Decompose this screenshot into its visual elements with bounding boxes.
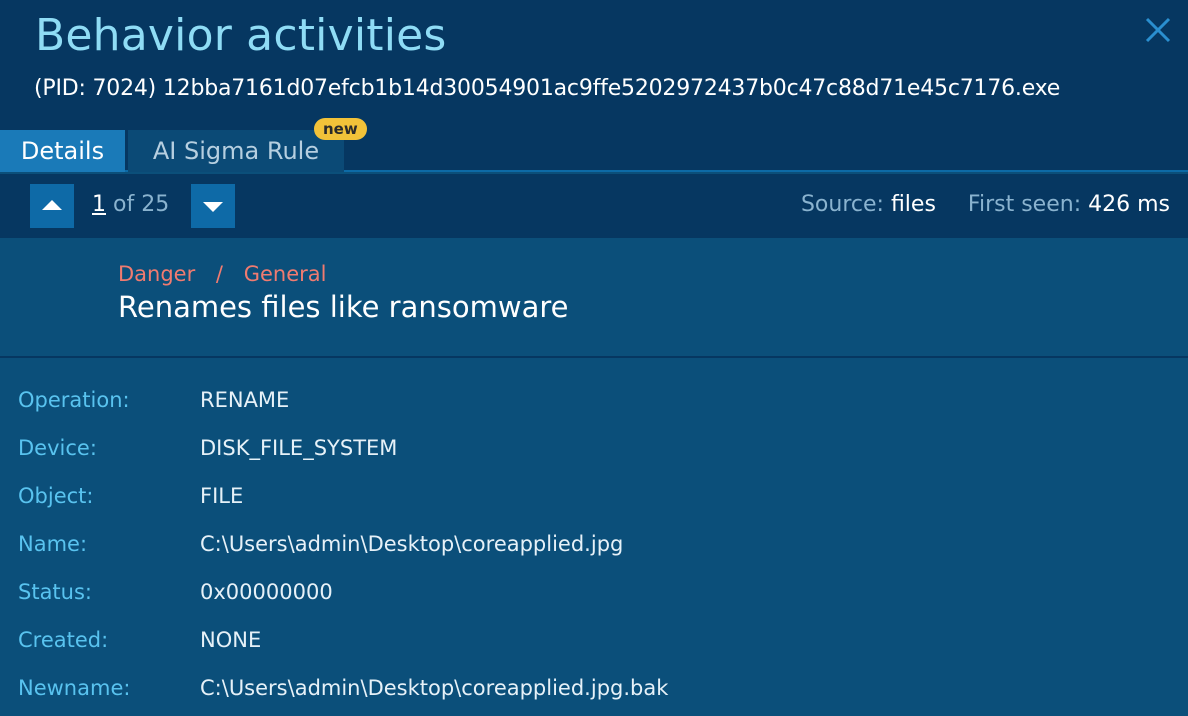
detail-row: Status: 0x00000000 (0, 580, 1188, 610)
detail-row: Operation: RENAME (0, 388, 1188, 418)
event-meta: Source: files First seen: 426 ms (801, 192, 1170, 217)
tab-details[interactable]: Details (0, 130, 125, 172)
detail-value: C:\Users\admin\Desktop\coreapplied.jpg.b… (200, 676, 669, 700)
detail-label: Operation: (18, 388, 130, 412)
dialog-title: Behavior activities (35, 10, 447, 61)
detail-row: Newname: C:\Users\admin\Desktop\coreappl… (0, 676, 1188, 706)
detail-row: Device: DISK_FILE_SYSTEM (0, 436, 1188, 466)
pagination-info: 1 of 25 (92, 192, 169, 217)
detail-value: FILE (200, 484, 244, 508)
detail-value: NONE (200, 628, 262, 652)
close-icon[interactable] (1140, 12, 1176, 48)
detail-value: C:\Users\admin\Desktop\coreapplied.jpg (200, 532, 624, 556)
previous-button[interactable] (30, 184, 74, 228)
current-page-link[interactable]: 1 (92, 192, 106, 217)
behavior-summary: Danger / General Renames files like rans… (0, 238, 1188, 358)
severity-label: Danger (118, 262, 196, 286)
detail-label: Device: (18, 436, 97, 460)
detail-label: Newname: (18, 676, 131, 700)
dialog-header: Behavior activities (PID: 7024) 12bba716… (0, 0, 1188, 128)
source-label: Source: (800, 192, 884, 217)
process-pid-line: (PID: 7024) 12bba7161d07efcb1b14d3005490… (34, 76, 1061, 101)
severity-breadcrumb: Danger / General (118, 262, 326, 286)
detail-value: 0x00000000 (200, 580, 333, 604)
tab-ai-sigma-rule[interactable]: AI Sigma Rule (128, 130, 344, 172)
detail-row: Object: FILE (0, 484, 1188, 514)
tab-bar: Details AI Sigma Rule (0, 128, 1188, 172)
new-badge: new (314, 118, 367, 140)
source-value: files (890, 192, 936, 217)
navigation-bar: 1 of 25 Source: files First seen: 426 ms (0, 174, 1188, 238)
page-total: of 25 (113, 192, 170, 217)
next-button[interactable] (191, 184, 235, 228)
detail-label: Created: (18, 628, 109, 652)
detail-label: Object: (18, 484, 94, 508)
first-seen-label: First seen: (967, 192, 1082, 217)
category-label: General (243, 262, 327, 286)
detail-value: DISK_FILE_SYSTEM (200, 436, 398, 460)
detail-label: Name: (18, 532, 88, 556)
detail-value: RENAME (200, 388, 290, 412)
detail-row: Created: NONE (0, 628, 1188, 658)
first-seen-value: 426 ms (1088, 192, 1170, 217)
chevron-down-icon (203, 202, 223, 212)
detail-row: Name: C:\Users\admin\Desktop\coreapplied… (0, 532, 1188, 562)
chevron-up-icon (42, 200, 62, 210)
behavior-title: Renames files like ransomware (118, 290, 569, 324)
breadcrumb-separator: / (215, 262, 223, 286)
detail-label: Status: (18, 580, 92, 604)
